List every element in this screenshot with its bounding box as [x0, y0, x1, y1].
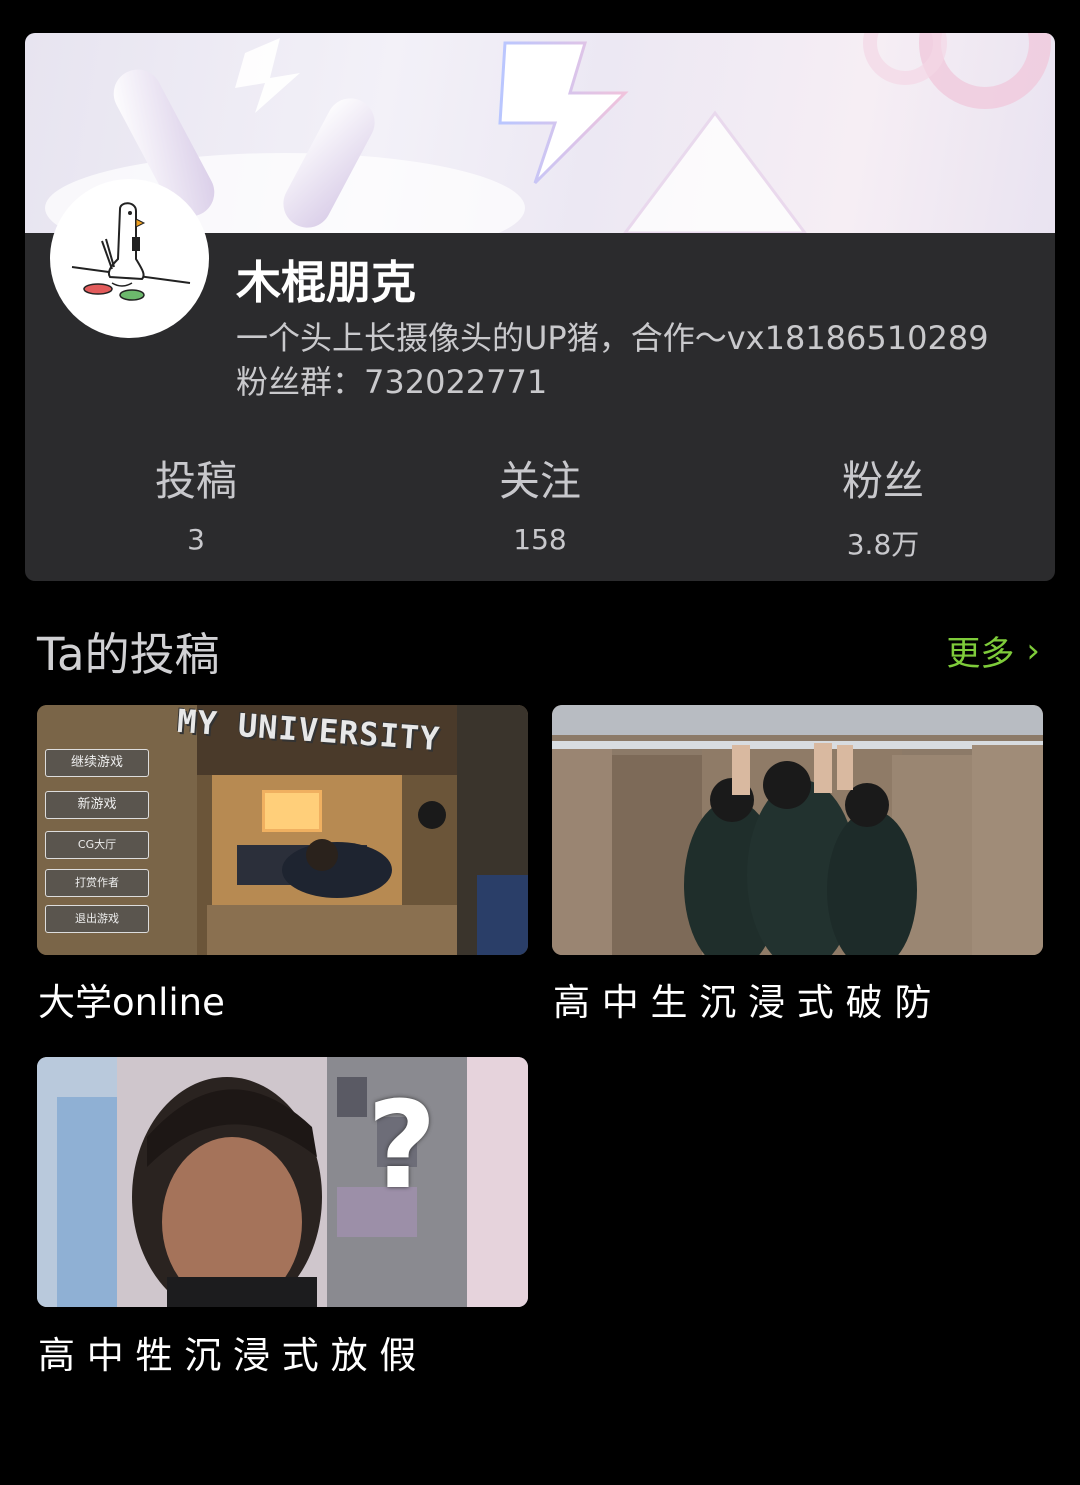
video-thumbnail-1[interactable]: MY UNIVERSITY 继续游戏 新游戏 CG大厅 打赏作者 退出游戏 [37, 705, 528, 955]
stat-value: 158 [513, 523, 567, 556]
stat-label: 投稿 [155, 457, 237, 505]
stats-row: 投稿 3 关注 158 粉丝 3.8万 [25, 453, 1055, 563]
bio: 一个头上长摄像头的UP猪，合作～vx18186510289 粉丝群：732022… [236, 316, 1051, 404]
thumbnail-menu: 继续游戏 新游戏 CG大厅 打赏作者 退出游戏 [45, 749, 149, 933]
thumbnail-menu-item: 继续游戏 [45, 749, 149, 777]
stat-label: 关注 [499, 457, 581, 505]
section-title: Ta的投稿 [37, 628, 220, 681]
thumbnail-menu-item: 退出游戏 [45, 905, 149, 933]
stat-fans[interactable]: 粉丝 3.8万 [773, 453, 993, 563]
chevron-right-icon: › [1026, 630, 1040, 671]
profile-card: 木棍朋克 一个头上长摄像头的UP猪，合作～vx18186510289 粉丝群：7… [25, 33, 1055, 581]
fan-group: 粉丝群：732022771 [236, 363, 548, 401]
thumbnail-menu-item: 打赏作者 [45, 869, 149, 897]
thumbnail-menu-item: CG大厅 [45, 831, 149, 859]
video-title-2[interactable]: 高 中 生 沉 浸 式 破 防 [553, 972, 931, 1026]
stat-following[interactable]: 关注 158 [430, 453, 650, 556]
stat-label: 粉丝 [842, 457, 924, 505]
more-link[interactable]: 更多 › [946, 626, 1040, 675]
more-label: 更多 [946, 634, 1015, 674]
video-title-3[interactable]: 高 中 牲 沉 浸 式 放 假 [38, 1325, 416, 1379]
stat-posts[interactable]: 投稿 3 [86, 453, 306, 556]
thumbnail-menu-item: 新游戏 [45, 791, 149, 819]
video-title-1[interactable]: 大学online [38, 972, 225, 1026]
avatar[interactable] [50, 179, 209, 338]
username: 木棍朋克 [236, 256, 417, 309]
stat-value: 3 [187, 523, 205, 556]
video-thumbnail-2[interactable] [552, 705, 1043, 955]
stat-value: 3.8万 [846, 528, 920, 561]
question-mark-overlay: ? [367, 1077, 437, 1216]
video-thumbnail-3[interactable]: ? [37, 1057, 528, 1307]
bio-line: 一个头上长摄像头的UP猪，合作～vx18186510289 [236, 319, 989, 357]
